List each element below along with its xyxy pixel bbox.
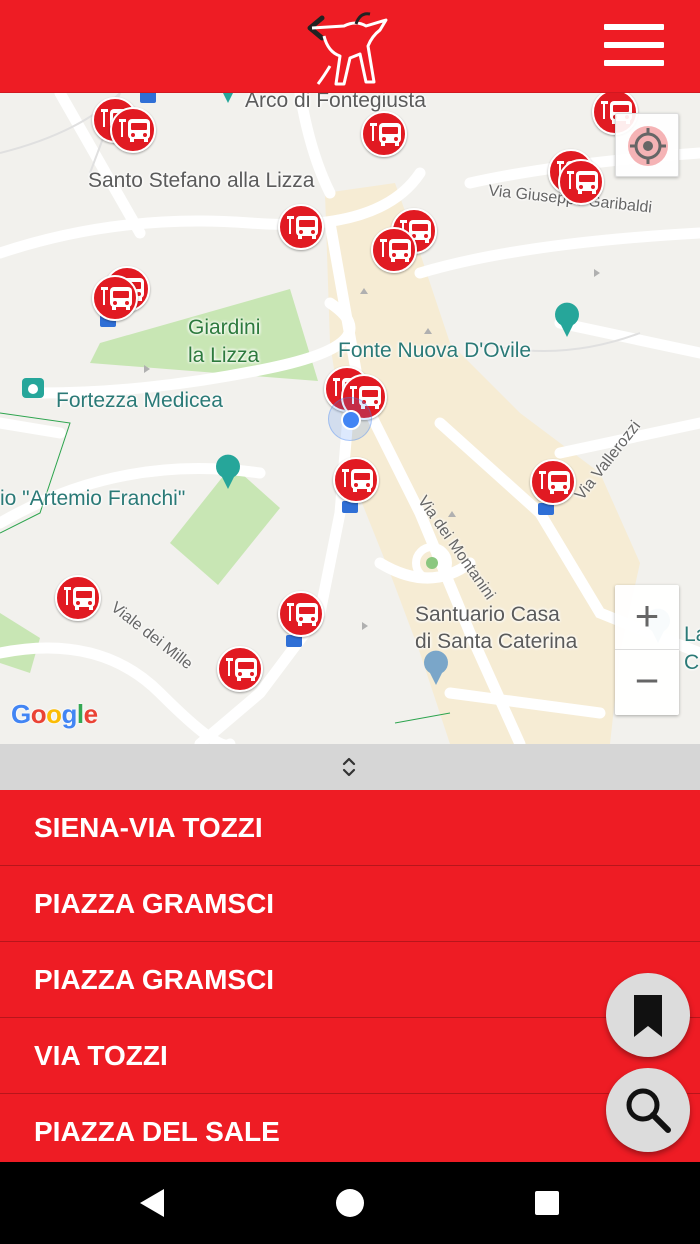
map-label-lizza: la Lizza	[188, 344, 260, 367]
nav-home-button[interactable]	[305, 1162, 395, 1244]
bus-stop-icon	[567, 171, 598, 194]
bus-stop-icon	[226, 658, 257, 681]
bus-stop-icon	[119, 119, 150, 142]
zoom-out-button[interactable]: −	[615, 650, 679, 715]
logo	[307, 12, 388, 86]
nav-back-button[interactable]	[108, 1162, 198, 1244]
map-view[interactable]: Arco di Fontegiusta Santo Stefano alla L…	[0, 93, 700, 744]
map-label-santo-stefano: Santo Stefano alla Lizza	[88, 169, 315, 192]
app-header	[0, 0, 700, 93]
bus-stop-marker[interactable]	[217, 646, 263, 692]
drawer-handle[interactable]	[0, 744, 700, 790]
system-nav-bar	[0, 1162, 700, 1244]
map-label-santuario-1: Santuario Casa	[415, 603, 560, 626]
bus-stop-icon	[101, 287, 132, 310]
bus-stop-marker[interactable]	[278, 591, 324, 637]
bus-stop-icon	[380, 239, 411, 262]
map-label-fonte-nuova: Fonte Nuova D'Ovile	[338, 339, 532, 362]
bus-stop-marker[interactable]	[558, 159, 604, 205]
chevron-up-down-icon	[342, 757, 356, 777]
bus-stop-marker[interactable]	[371, 227, 417, 273]
bus-stop-icon	[370, 123, 401, 146]
stop-list-item[interactable]: PIAZZA DEL SALE	[0, 1094, 700, 1162]
bus-stop-marker[interactable]	[278, 204, 324, 250]
map-label-stadio: io "Artemio Franchi"	[0, 487, 186, 510]
stop-list-item[interactable]: VIA TOZZI	[0, 1018, 700, 1094]
bus-stop-marker[interactable]	[55, 575, 101, 621]
stop-list-item[interactable]: PIAZZA GRAMSCI	[0, 942, 700, 1018]
back-icon	[140, 1189, 164, 1217]
bus-stop-icon	[287, 603, 318, 626]
stop-list: SIENA-VIA TOZZI PIAZZA GRAMSCI PIAZZA GR…	[0, 790, 700, 1162]
zoom-controls: + −	[615, 585, 679, 715]
search-icon	[626, 1088, 671, 1133]
locate-me-button[interactable]	[615, 113, 679, 177]
map-label-arco: Arco di Fontegiusta	[245, 93, 426, 112]
bookmark-icon	[634, 995, 662, 1037]
map-label-giardini: Giardini	[188, 316, 261, 339]
search-button[interactable]	[606, 1068, 690, 1152]
map-label-edge-1: La	[684, 623, 700, 646]
user-location-dot	[328, 397, 372, 441]
bus-stop-icon	[342, 469, 373, 492]
bus-stop-icon	[287, 216, 318, 239]
map-label-fortezza: Fortezza Medicea	[56, 389, 223, 412]
bookmark-button[interactable]	[606, 973, 690, 1057]
bus-stop-marker[interactable]	[110, 107, 156, 153]
map-label-edge-2: C	[684, 651, 700, 674]
locate-me-icon	[628, 126, 668, 166]
home-icon	[336, 1189, 364, 1217]
recents-icon	[535, 1191, 559, 1215]
map-label-santuario-2: di Santa Caterina	[415, 630, 578, 653]
stop-list-item[interactable]: PIAZZA GRAMSCI	[0, 866, 700, 942]
zoom-in-button[interactable]: +	[615, 585, 679, 650]
bus-stop-marker[interactable]	[92, 275, 138, 321]
nav-recents-button[interactable]	[502, 1162, 592, 1244]
bus-stop-icon	[539, 471, 570, 494]
bus-stop-marker[interactable]	[333, 457, 379, 503]
bus-stop-icon	[64, 587, 95, 610]
stop-list-item[interactable]: SIENA-VIA TOZZI	[0, 790, 700, 866]
menu-button[interactable]	[600, 20, 668, 70]
bus-stop-marker[interactable]	[530, 459, 576, 505]
google-logo: Google	[11, 699, 98, 729]
bus-stop-marker[interactable]	[361, 111, 407, 157]
